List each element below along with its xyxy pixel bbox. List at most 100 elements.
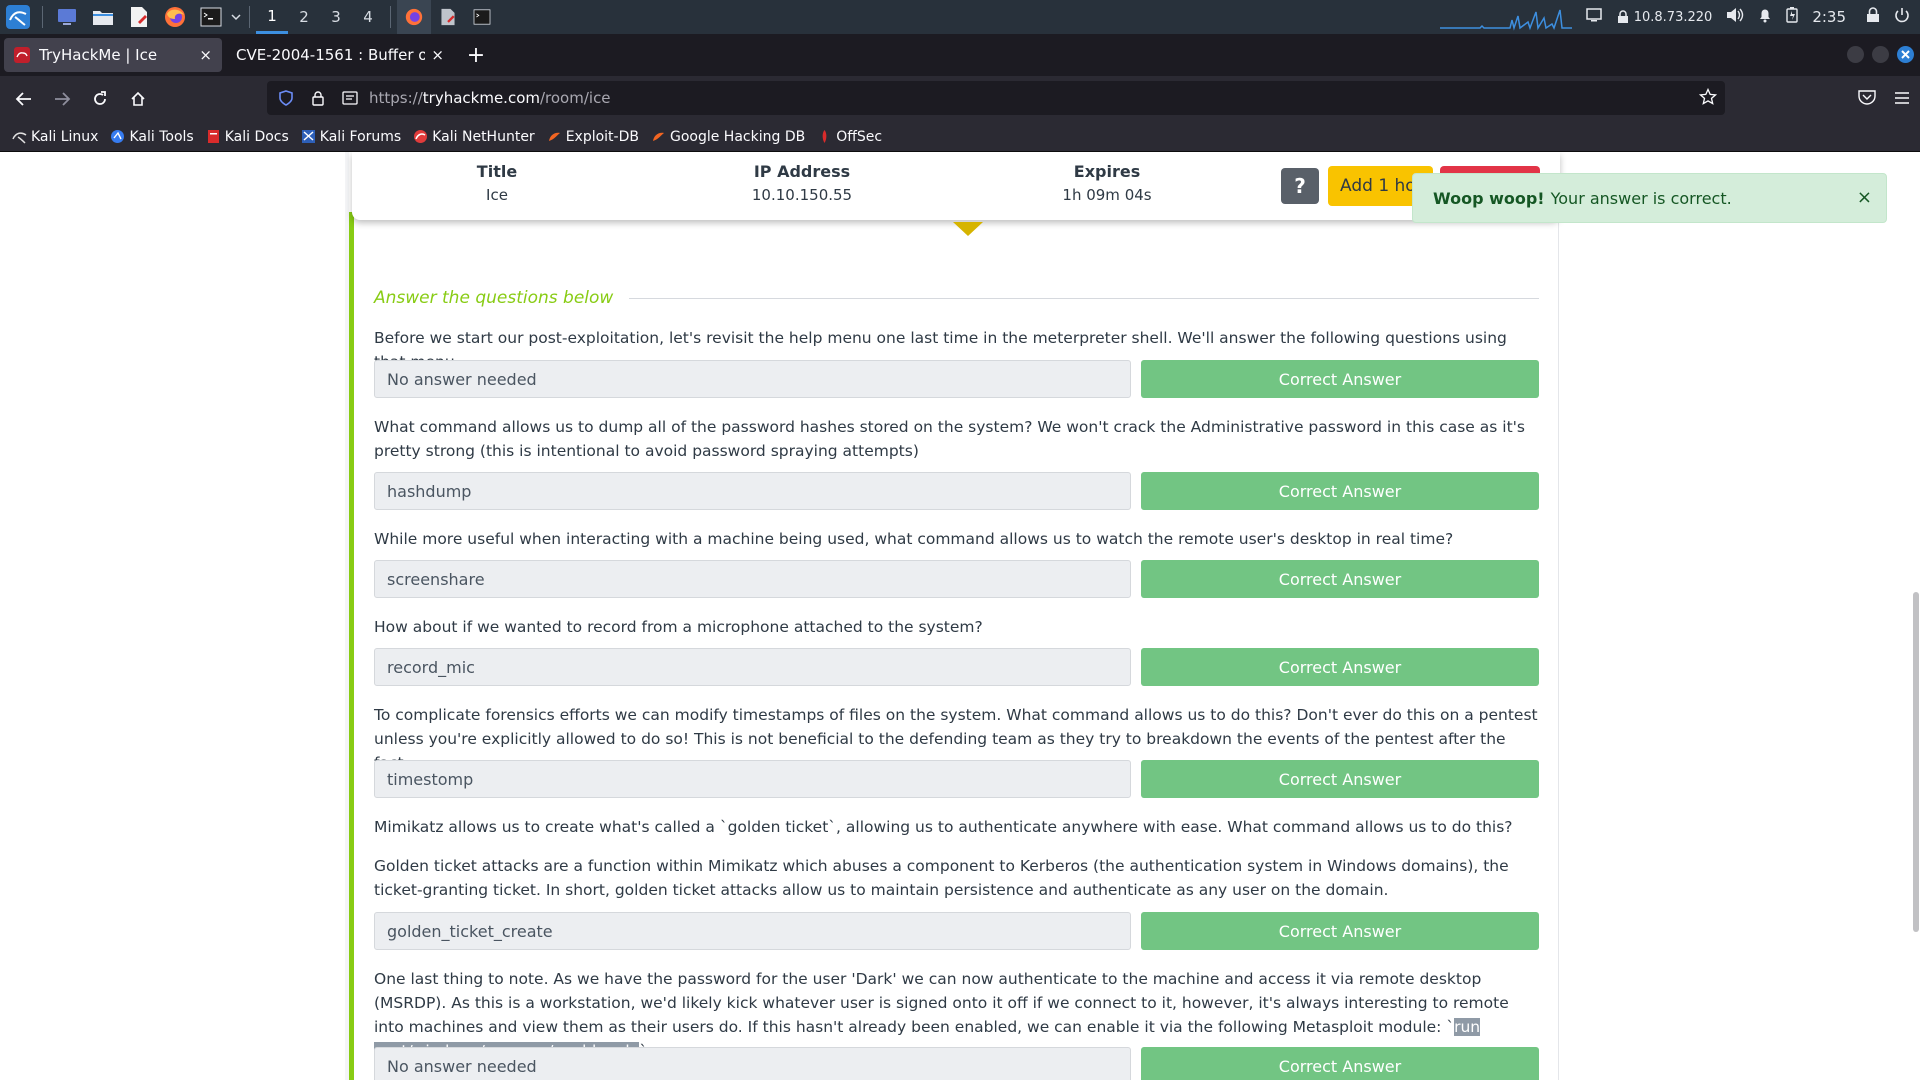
machine-title: Title Ice <box>387 162 607 204</box>
page-viewport: Title Ice IP Address 10.10.150.55 Expire… <box>0 152 1920 1080</box>
correct-answer-button[interactable]: Correct Answer <box>1141 560 1539 598</box>
text-editor-icon[interactable] <box>121 0 157 34</box>
kali-tools-icon <box>111 130 125 143</box>
bookmark-kali-forums[interactable]: Kali Forums <box>301 129 401 145</box>
correct-answer-button[interactable]: Correct Answer <box>1141 1047 1539 1080</box>
maximize-icon[interactable] <box>1872 46 1889 63</box>
home-icon[interactable] <box>120 81 156 117</box>
lock-icon[interactable] <box>305 90 331 106</box>
bookmark-kali-tools[interactable]: Kali Tools <box>110 129 194 145</box>
success-toast: Woop woop! Your answer is correct. × <box>1412 173 1887 223</box>
battery-icon[interactable] <box>1786 7 1799 27</box>
bookmark-label: Exploit-DB <box>565 128 639 145</box>
question-text: How about if we wanted to record from a … <box>374 618 983 636</box>
notification-bell-icon[interactable] <box>1758 7 1772 27</box>
terminal-task-icon[interactable] <box>465 0 499 34</box>
chevron-down-icon[interactable] <box>229 0 243 34</box>
machine-ip-value: 10.10.150.55 <box>751 186 853 204</box>
back-arrow-icon[interactable] <box>6 81 42 117</box>
bookmark-label: OffSec <box>836 128 883 145</box>
display-icon[interactable] <box>1585 8 1602 26</box>
tab-label: CVE-2004-1561 : Buffer overf <box>236 46 426 64</box>
correct-answer-button[interactable]: Correct Answer <box>1141 472 1539 510</box>
workspace-2[interactable]: 2 <box>288 0 320 34</box>
browser-tab-strip: TryHackMe | Ice × CVE-2004-1561 : Buffer… <box>0 34 1920 76</box>
bookmark-kali-linux[interactable]: Kali Linux <box>12 129 98 145</box>
correct-answer-button[interactable]: Correct Answer <box>1141 360 1539 398</box>
url-bar[interactable]: https://tryhackme.com/room/ice <box>267 81 1725 115</box>
workspace-4[interactable]: 4 <box>352 0 384 34</box>
clock[interactable]: 2:35 <box>1812 8 1846 26</box>
workspace-3[interactable]: 3 <box>320 0 352 34</box>
ghdb-icon <box>652 132 664 141</box>
reload-icon[interactable] <box>82 81 118 117</box>
menu-hamburger-icon[interactable] <box>1894 90 1910 109</box>
close-tab-icon[interactable]: × <box>431 46 444 64</box>
taskbar-separator <box>390 6 391 28</box>
new-tab-button[interactable]: + <box>464 43 488 68</box>
scrollbar-thumb[interactable] <box>1913 592 1919 932</box>
pocket-icon[interactable] <box>1858 89 1876 109</box>
close-tab-icon[interactable]: × <box>199 46 212 64</box>
forward-arrow-icon[interactable] <box>44 81 80 117</box>
machine-ip-label: IP Address <box>753 162 851 181</box>
kali-nethunter-icon <box>414 130 428 143</box>
correct-answer-button[interactable]: Correct Answer <box>1141 760 1539 798</box>
minimize-icon[interactable] <box>1847 46 1864 63</box>
terminal-icon[interactable] <box>193 0 229 34</box>
volume-icon[interactable] <box>1726 7 1744 27</box>
lock-screen-icon[interactable] <box>1866 7 1880 27</box>
browser-nav-bar: https://tryhackme.com/room/ice <box>0 76 1920 122</box>
help-button[interactable]: ? <box>1281 168 1319 204</box>
text-editor-task-icon[interactable] <box>431 0 465 34</box>
answer-field[interactable]: No answer needed <box>374 360 1131 398</box>
header-divider <box>629 297 1539 299</box>
answer-field[interactable]: screenshare <box>374 560 1131 598</box>
vpn-ip: 10.8.73.220 <box>1633 9 1713 25</box>
kali-menu-icon[interactable] <box>0 0 36 34</box>
bookmarks-toolbar: Kali Linux Kali Tools Kali Docs Kali For… <box>0 122 1920 152</box>
machine-info-card: Title Ice IP Address 10.10.150.55 Expire… <box>352 152 1560 220</box>
card-arrow-indicator <box>953 222 983 236</box>
answer-field[interactable]: No answer needed <box>374 1047 1131 1080</box>
bookmark-label: Google Hacking DB <box>669 128 806 145</box>
answer-field[interactable]: timestomp <box>374 760 1131 798</box>
desktop-icon[interactable] <box>49 0 85 34</box>
vpn-indicator[interactable]: 10.8.73.220 <box>1616 9 1713 25</box>
correct-answer-button[interactable]: Correct Answer <box>1141 912 1539 950</box>
power-icon[interactable] <box>1894 7 1910 27</box>
toast-close-icon[interactable]: × <box>1857 187 1872 208</box>
url-prefix: https:// <box>369 89 423 107</box>
answer-field[interactable]: golden_ticket_create <box>374 912 1131 950</box>
question-text: What command allows us to dump all of th… <box>374 418 1525 460</box>
tab-cve[interactable]: CVE-2004-1561 : Buffer overf × <box>226 38 454 72</box>
kali-docs-icon <box>207 130 219 143</box>
question-text: While more useful when interacting with … <box>374 530 1454 548</box>
answer-field[interactable]: hashdump <box>374 472 1131 510</box>
offsec-icon <box>822 130 827 143</box>
url-host: tryhackme.com <box>422 89 540 107</box>
task-complete-bar <box>349 212 354 1080</box>
close-window-icon[interactable] <box>1897 46 1914 63</box>
bookmark-offsec[interactable]: OffSec <box>817 129 882 145</box>
machine-title-label: Title <box>476 162 518 181</box>
bookmark-kali-nethunter[interactable]: Kali NetHunter <box>413 129 535 145</box>
correct-answer-button[interactable]: Correct Answer <box>1141 648 1539 686</box>
bookmark-exploit-db[interactable]: Exploit-DB <box>547 129 639 145</box>
exploit-db-icon <box>548 132 560 141</box>
taskbar-separator <box>249 6 250 28</box>
firefox-task-icon[interactable] <box>397 0 431 34</box>
bookmark-google-hacking-db[interactable]: Google Hacking DB <box>651 129 805 145</box>
bookmark-kali-docs[interactable]: Kali Docs <box>206 129 289 145</box>
page-info-icon[interactable] <box>337 91 363 105</box>
machine-expires-value: 1h 09m 04s <box>1062 186 1152 204</box>
tracking-shield-icon[interactable] <box>273 90 299 106</box>
file-manager-icon[interactable] <box>85 0 121 34</box>
question-text: Mimikatz allows us to create what's call… <box>374 818 1513 836</box>
answer-field[interactable]: record_mic <box>374 648 1131 686</box>
os-taskbar: 1 2 3 4 10.8.73.220 2:35 <box>0 0 1920 34</box>
firefox-icon[interactable] <box>157 0 193 34</box>
bookmark-star-icon[interactable] <box>1698 87 1718 110</box>
workspace-1[interactable]: 1 <box>256 0 288 34</box>
tab-tryhackme[interactable]: TryHackMe | Ice × <box>4 38 222 72</box>
